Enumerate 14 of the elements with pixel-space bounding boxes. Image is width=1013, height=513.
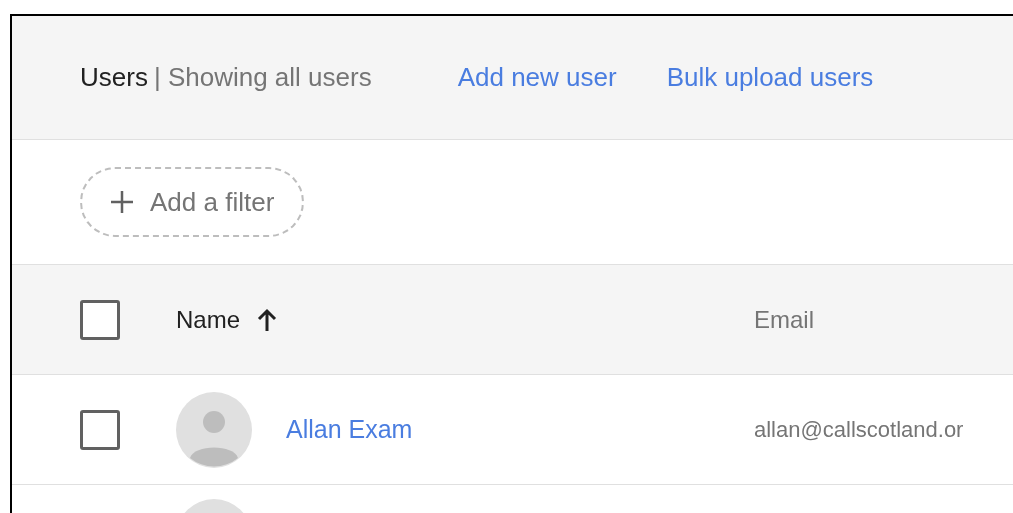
- avatar-icon: [176, 391, 252, 468]
- page-title: Users: [80, 61, 148, 94]
- column-header[interactable]: Email: [754, 301, 814, 338]
- checkbox[interactable]: [80, 299, 120, 340]
- action-link[interactable]: Bulk upload users: [666, 58, 874, 97]
- email-cell-text: allan@callscotland.or: [754, 416, 964, 444]
- column-header[interactable]: Name: [176, 301, 241, 338]
- add-filter-chip[interactable]: Add a filter: [80, 167, 305, 237]
- action-link[interactable]: Add new user: [457, 58, 617, 97]
- page-subtitle: | Showing all users: [153, 61, 372, 94]
- user-name-link[interactable]: Allan Exam: [286, 410, 413, 449]
- checkbox[interactable]: [80, 409, 120, 450]
- plus-icon: [110, 190, 134, 214]
- sort-arrow-icon[interactable]: [256, 307, 279, 332]
